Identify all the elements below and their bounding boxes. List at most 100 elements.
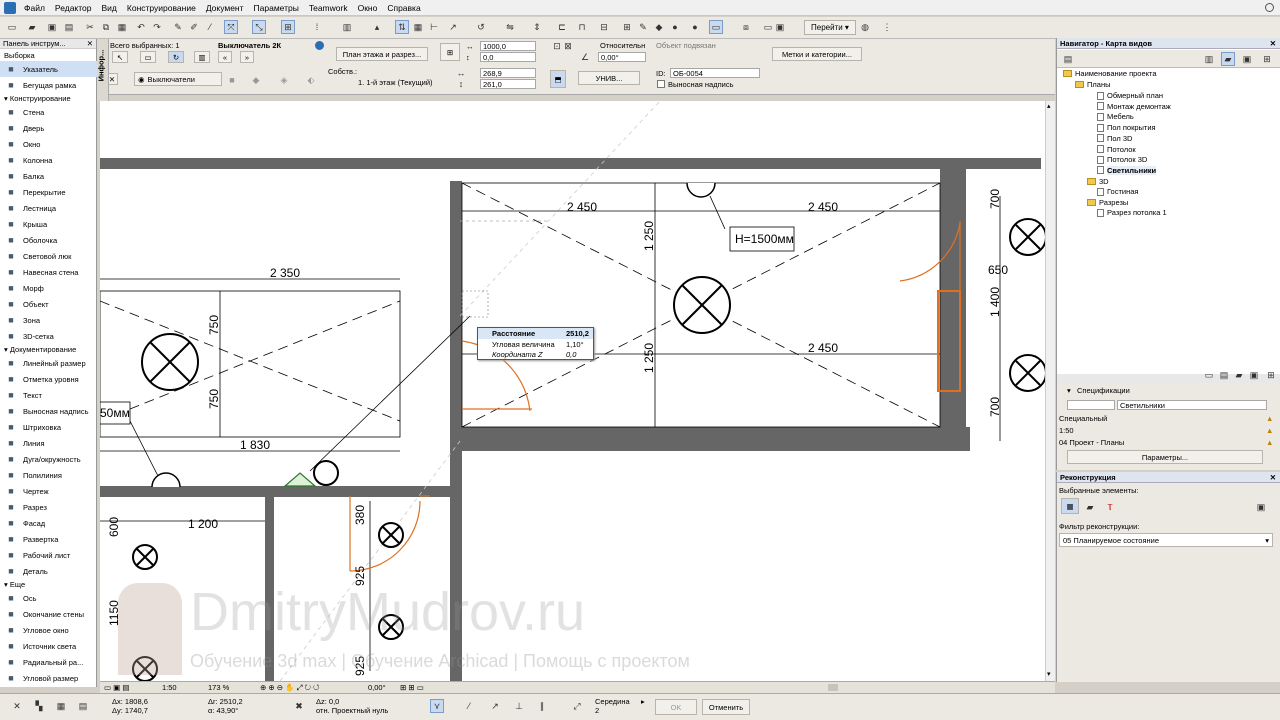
tool-object[interactable]: ■ Объект <box>0 296 97 312</box>
parallel-icon[interactable]: ∥ <box>535 699 549 713</box>
view-map-icon[interactable]: ▥ <box>1202 52 1216 66</box>
ortho-icon[interactable]: ▚ <box>32 699 46 713</box>
menu-window[interactable]: Окно <box>353 3 383 13</box>
tool-corner-window[interactable]: ■ Угловое окно <box>0 622 97 638</box>
copy-icon[interactable]: ⧉ <box>99 20 113 34</box>
tree-item[interactable]: Наименование проекта <box>1063 69 1157 78</box>
help-icon[interactable] <box>1265 3 1274 12</box>
tool-drawing[interactable]: ■ Чертеж <box>0 483 97 499</box>
tool-angle-dimension[interactable]: ■ Угловой размер <box>0 670 97 686</box>
zoom-value[interactable]: 173 % <box>208 683 229 692</box>
spec-icon-2[interactable]: ▤ <box>1217 368 1231 382</box>
tree-item[interactable]: Мебель <box>1097 112 1134 121</box>
globe-icon[interactable]: ◍ <box>858 20 872 34</box>
info-icon[interactable] <box>315 41 324 50</box>
tool-beam[interactable]: ■ Балка <box>0 168 97 184</box>
new-file-icon[interactable]: ▭ <box>5 20 19 34</box>
rotate-button[interactable]: ↻ <box>168 51 184 63</box>
existing-icon[interactable]: ▦ <box>1061 498 1079 514</box>
tool-skylight[interactable]: ■ Световой люк <box>0 248 97 264</box>
univ-button[interactable]: УНИВ... <box>578 71 640 85</box>
goto-dropdown[interactable]: Перейти ▾ <box>804 20 856 35</box>
view-icons[interactable]: ▭ ▣ ▤ <box>104 683 129 692</box>
tree-item[interactable]: Разрезы <box>1087 198 1128 207</box>
tree-item[interactable]: Пол покрытия <box>1097 123 1156 132</box>
tool-text[interactable]: ■ Текст <box>0 387 97 403</box>
toolbox-section[interactable]: ▾ Документирование <box>0 344 97 355</box>
trace-icon[interactable]: ⇅ <box>395 20 409 34</box>
tracker-angle-value[interactable]: 1,10° <box>566 340 584 349</box>
ok-button[interactable]: OK <box>655 699 697 715</box>
spec-name-left[interactable] <box>1067 400 1115 410</box>
tool-stair[interactable]: ■ Лестница <box>0 200 97 216</box>
brush-icon[interactable]: ⁄ <box>203 20 217 34</box>
angle-field[interactable]: 0,00° <box>598 52 646 62</box>
layer-combo-icon[interactable]: ▥ <box>340 20 354 34</box>
tool-fill[interactable]: ■ Штриховка <box>0 419 97 435</box>
depth-field[interactable]: 0,0 <box>480 52 536 62</box>
snap-arrow-icon[interactable]: ▸ <box>641 697 645 706</box>
tool-lamp[interactable]: ■ Источник света <box>0 638 97 654</box>
close-coords-icon[interactable]: ✕ <box>10 699 24 713</box>
tool-polyline[interactable]: ■ Полилиния <box>0 467 97 483</box>
align-icon[interactable]: ⊢ <box>427 20 441 34</box>
menu-view[interactable]: Вид <box>97 3 122 13</box>
layout-icon[interactable]: ▣ <box>773 20 787 34</box>
snap-count[interactable]: 2 <box>595 706 599 715</box>
object-type-button[interactable]: ▥ <box>194 51 210 63</box>
gravity-icon[interactable]: ⤡ <box>252 20 266 34</box>
tree-item[interactable]: Обмерный план <box>1097 91 1163 100</box>
filter-dropdown[interactable]: 05 Планируемое состояние ▾ <box>1059 533 1273 547</box>
layout-book-icon[interactable]: ▰ <box>1221 52 1235 66</box>
tool-morph[interactable]: ■ Морф <box>0 280 97 296</box>
tool-door[interactable]: ■ Дверь <box>0 120 97 136</box>
paste-icon[interactable]: ▦ <box>115 20 129 34</box>
tool-level[interactable]: ■ Отметка уровня <box>0 371 97 387</box>
tool-arrow-pointer[interactable]: ■ Указатель <box>0 61 97 77</box>
angle-status[interactable]: 0,00° <box>368 683 386 692</box>
zoom-tools-icon[interactable]: ⊕ ⊕ ⊖ ✋ ⤢ ↻ ↺ <box>260 683 319 693</box>
project-map-icon[interactable]: ▤ <box>1061 52 1075 66</box>
divide-icon[interactable]: ⤢ <box>570 699 584 713</box>
scale-value[interactable]: 1:50 <box>162 683 177 692</box>
view-2d-icon[interactable]: ▭ <box>709 20 723 34</box>
menu-document[interactable]: Документ <box>201 3 249 13</box>
save-icon[interactable]: ▣ <box>45 20 59 34</box>
menu-design[interactable]: Конструирование <box>122 3 201 13</box>
tool-section[interactable]: ■ Разрез <box>0 499 97 515</box>
tool-line[interactable]: ■ Линия <box>0 435 97 451</box>
tree-item[interactable]: Гостиная <box>1097 187 1138 196</box>
tree-item[interactable]: Разрез потолка 1 <box>1097 208 1167 217</box>
tree-item[interactable]: Монтаж демонтаж <box>1097 102 1171 111</box>
floor-plan-canvas[interactable]: 2 450 2 450 2 350 1 250 1 250 2 450 700 … <box>100 101 1045 681</box>
red-pencil-icon[interactable]: ✎ <box>636 20 650 34</box>
line-icon[interactable]: ⁄ <box>462 699 476 713</box>
labels-categories-button[interactable]: Метки и категории... <box>772 47 862 61</box>
grid-snap-icon[interactable]: ⊞ <box>281 20 295 34</box>
tool-detail[interactable]: ■ Деталь <box>0 563 97 579</box>
tool-wall-end[interactable]: ■ Окончание стены <box>0 606 97 622</box>
pick-up-icon[interactable]: ✎ <box>171 20 185 34</box>
menu-file[interactable]: Файл <box>19 3 50 13</box>
vertical-scrollbar[interactable]: ▴ ▾ <box>1045 101 1055 681</box>
story-value[interactable]: 1. 1-й этаж (Текущий) <box>358 78 433 87</box>
demolish-icon[interactable]: ▰ <box>1083 500 1097 514</box>
stop-icon[interactable]: ● <box>668 20 682 34</box>
tool-marquee[interactable]: ■ Бегущая рамка <box>0 77 97 93</box>
intersect-icon[interactable]: ⊓ <box>575 20 589 34</box>
toolbox-section[interactable]: ▾ Еще <box>0 579 97 590</box>
select-arrow-button[interactable]: ↖ <box>112 51 128 63</box>
tool-elevation[interactable]: ■ Фасад <box>0 515 97 531</box>
trim-icon[interactable]: ⊟ <box>597 20 611 34</box>
undo-icon[interactable]: ↶ <box>134 20 148 34</box>
print-icon[interactable]: ▤ <box>62 20 76 34</box>
cut-icon[interactable]: ✂ <box>83 20 97 34</box>
ratio-button[interactable]: ⬒ <box>550 70 566 88</box>
layers-icon[interactable]: ⁞ <box>310 20 324 34</box>
tool-arc[interactable]: ■ Дуга/окружность <box>0 451 97 467</box>
tool-window[interactable]: ■ Окно <box>0 136 97 152</box>
plan-section-button[interactable]: План этажа и разрез... <box>336 47 428 61</box>
menu-help[interactable]: Справка <box>382 3 425 13</box>
tool-worksheet[interactable]: ■ Рабочий лист <box>0 547 97 563</box>
width-field[interactable]: 1000,0 <box>480 41 536 51</box>
